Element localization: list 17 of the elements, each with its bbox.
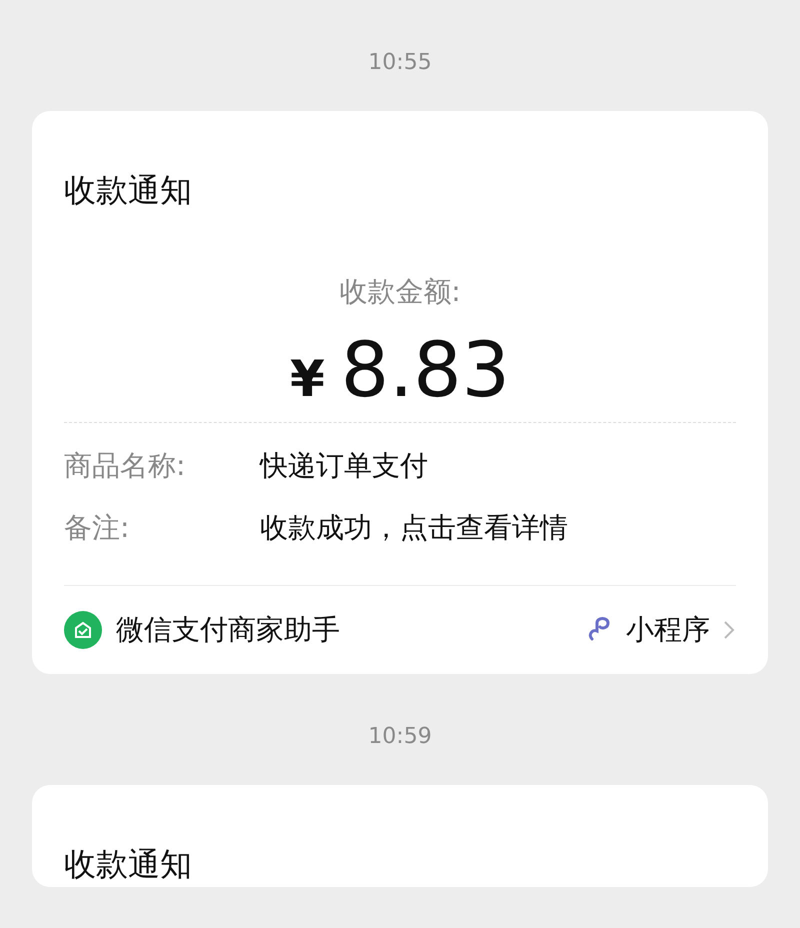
amount-label: 收款金额: — [339, 274, 461, 310]
notification-card[interactable]: 收款通知 — [32, 785, 768, 887]
chevron-right-icon — [722, 619, 736, 641]
amount-value: 8.83 — [340, 325, 510, 414]
field-value: 快递订单支付 — [260, 448, 428, 484]
field-label: 商品名称: — [64, 448, 186, 484]
mini-program-link[interactable]: 小程序 — [626, 611, 710, 649]
currency-symbol: ¥ — [290, 350, 325, 408]
notification-card[interactable]: 收款通知 收款金额: ¥ 8.83 商品名称: 快递订单支付 备注: 收款成功，点击查看详情 微信支付商家助手 小程序 — [32, 111, 768, 674]
card-title: 收款通知 — [64, 170, 192, 211]
field-value: 收款成功，点击查看详情 — [260, 510, 568, 546]
field-label: 备注: — [64, 510, 130, 546]
message-time: 10:55 — [368, 49, 432, 77]
source-name: 微信支付商家助手 — [116, 612, 341, 648]
message-time: 10:59 — [368, 723, 432, 751]
wallet-check-icon — [64, 611, 102, 649]
card-title: 收款通知 — [64, 844, 192, 885]
